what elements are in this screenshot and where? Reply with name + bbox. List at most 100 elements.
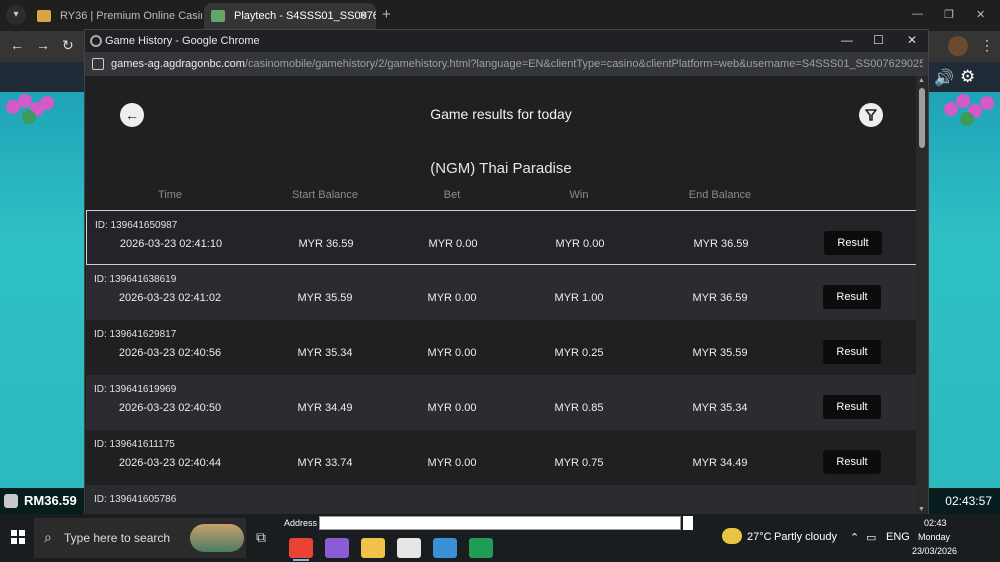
- tab-label: RY36 | Premium Online Casino: [60, 10, 202, 22]
- end-balance: MYR 34.49: [692, 457, 748, 469]
- popup-close-icon[interactable]: ✕: [907, 33, 917, 47]
- windows-start-icon[interactable]: [11, 530, 25, 544]
- bet-amount: MYR 0.00: [427, 347, 477, 359]
- history-row[interactable]: ID: 139641611175 2026-03-23 02:40:44 MYR…: [86, 430, 917, 485]
- notepad-icon[interactable]: [397, 538, 421, 558]
- result-button[interactable]: Result: [823, 285, 881, 309]
- win-amount: MYR 0.00: [555, 238, 605, 250]
- round-time: 2026-03-23 02:40:50: [118, 402, 222, 414]
- popup-title-bar: Game History - Google Chrome — ☐ ✕: [85, 30, 928, 52]
- sound-icon[interactable]: 🔊: [934, 68, 954, 88]
- address-go-icon[interactable]: [683, 516, 693, 530]
- chrome-app-icon[interactable]: [289, 538, 313, 561]
- history-row[interactable]: ID: 139641638619 2026-03-23 02:41:02 MYR…: [86, 265, 917, 320]
- popup-scrollbar[interactable]: ▲ ▼: [916, 76, 928, 514]
- bet-amount: MYR 0.00: [427, 402, 477, 414]
- end-balance: MYR 36.59: [693, 238, 749, 250]
- minimize-icon[interactable]: —: [912, 8, 923, 20]
- popup-url[interactable]: games-ag.agdragonbc.com/casinomobile/gam…: [111, 58, 923, 70]
- bet-amount: MYR 0.00: [427, 292, 477, 304]
- history-row[interactable]: ID: 139641629817 2026-03-23 02:40:56 MYR…: [86, 320, 917, 375]
- tab-label: Playtech - S4SSS01_SS0076290: [234, 10, 376, 22]
- popup-minimize-icon[interactable]: —: [841, 33, 853, 47]
- win-amount: MYR 0.85: [554, 402, 604, 414]
- clock-date[interactable]: 23/03/2026: [912, 546, 957, 556]
- task-view-icon[interactable]: ⧉: [256, 529, 266, 546]
- forward-arrow-icon[interactable]: →: [36, 37, 50, 53]
- more-menu-icon[interactable]: ⋮: [980, 37, 994, 54]
- new-tab-button[interactable]: +: [382, 6, 391, 23]
- win-amount: MYR 0.25: [554, 347, 604, 359]
- file-explorer-icon[interactable]: [361, 538, 385, 558]
- history-row[interactable]: ID: 139641605786: [86, 485, 917, 514]
- filter-button[interactable]: [859, 103, 883, 127]
- address-toolbar-label: Address: [284, 518, 318, 528]
- network-icon[interactable]: ▭: [866, 531, 876, 544]
- game-history-page: ← Game results for today (NGM) Thai Para…: [85, 76, 917, 514]
- browser-tab-strip: ▾ RY36 | Premium Online Casino Playtech …: [0, 0, 1000, 31]
- weather-condition: Partly cloudy: [774, 531, 837, 543]
- tray-chevron-icon[interactable]: ⌃: [850, 531, 859, 544]
- game-balance: RM36.59: [24, 493, 77, 508]
- profile-avatar[interactable]: [948, 36, 968, 56]
- result-button[interactable]: Result: [823, 450, 881, 474]
- scroll-up-icon[interactable]: ▲: [918, 77, 925, 84]
- round-time: 2026-03-23 02:40:56: [118, 347, 222, 359]
- column-header-start-balance: Start Balance: [291, 189, 359, 201]
- ry36-favicon-icon: [37, 10, 51, 22]
- search-highlight-image[interactable]: [190, 524, 244, 552]
- popup-maximize-icon[interactable]: ☐: [873, 33, 884, 47]
- address-toolbar-input[interactable]: [319, 516, 681, 530]
- start-balance: MYR 34.49: [297, 402, 353, 414]
- result-button[interactable]: Result: [823, 340, 881, 364]
- tab-playtech[interactable]: Playtech - S4SSS01_SS0076290 ✕: [204, 3, 376, 31]
- orchid-decoration-right: [942, 92, 998, 132]
- result-button[interactable]: Result: [823, 395, 881, 419]
- clock-time[interactable]: 02:43: [924, 518, 947, 528]
- tab-search-button[interactable]: ▾: [6, 5, 26, 25]
- tab-ry36[interactable]: RY36 | Premium Online Casino: [30, 3, 202, 31]
- reload-icon[interactable]: ↻: [62, 37, 74, 54]
- url-path: /casinomobile/gamehistory/2/gamehistory.…: [244, 58, 923, 70]
- start-balance: MYR 35.59: [297, 292, 353, 304]
- orchid-decoration-left: [2, 92, 58, 132]
- windows-taskbar: ⌕ Type here to search ⧉ Address 27°C Par…: [0, 514, 1000, 562]
- round-id: ID: 139641629817: [94, 329, 177, 340]
- bet-amount: MYR 0.00: [427, 457, 477, 469]
- settings-gear-icon[interactable]: ⚙: [960, 67, 975, 87]
- result-button[interactable]: Result: [824, 231, 882, 255]
- close-window-icon[interactable]: ✕: [976, 8, 985, 21]
- round-time: 2026-03-23 02:41:02: [118, 292, 222, 304]
- site-info-icon[interactable]: [92, 58, 104, 70]
- end-balance: MYR 35.34: [692, 402, 748, 414]
- start-balance: MYR 36.59: [298, 238, 354, 250]
- scroll-down-icon[interactable]: ▼: [918, 506, 925, 513]
- language-indicator[interactable]: ENG: [886, 531, 910, 543]
- restore-icon[interactable]: ❐: [944, 8, 954, 21]
- bet-amount: MYR 0.00: [428, 238, 478, 250]
- weather-icon[interactable]: [722, 528, 742, 544]
- column-header-win: Win: [569, 189, 589, 201]
- round-id: ID: 139641619969: [94, 384, 177, 395]
- start-balance: MYR 35.34: [297, 347, 353, 359]
- popup-address-bar[interactable]: games-ag.agdragonbc.com/casinomobile/gam…: [85, 52, 928, 76]
- history-row[interactable]: ID: 139641619969 2026-03-23 02:40:50 MYR…: [86, 375, 917, 430]
- round-id: ID: 139641611175: [94, 439, 175, 450]
- round-time: 2026-03-23 02:40:44: [118, 457, 222, 469]
- scroll-thumb[interactable]: [919, 88, 925, 148]
- page-title: Game results for today: [430, 106, 572, 122]
- close-tab-icon[interactable]: ✕: [359, 3, 368, 29]
- popup-title: Game History - Google Chrome: [105, 35, 260, 47]
- feather-app-icon[interactable]: [325, 538, 349, 558]
- game-clock: 02:43:57: [945, 494, 992, 508]
- end-balance: MYR 36.59: [692, 292, 748, 304]
- history-row[interactable]: ID: 139641650987 2026-03-23 02:41:10 MYR…: [86, 210, 917, 265]
- taskbar-search-box[interactable]: ⌕ Type here to search: [34, 518, 246, 558]
- wallet-icon: [4, 494, 18, 508]
- calculator-icon[interactable]: [433, 538, 457, 558]
- round-id: ID: 139641638619: [94, 274, 177, 285]
- spreadsheet-icon[interactable]: [469, 538, 493, 558]
- clock-day[interactable]: Monday: [918, 532, 950, 542]
- search-icon: ⌕: [44, 529, 52, 545]
- back-arrow-icon[interactable]: ←: [10, 37, 24, 53]
